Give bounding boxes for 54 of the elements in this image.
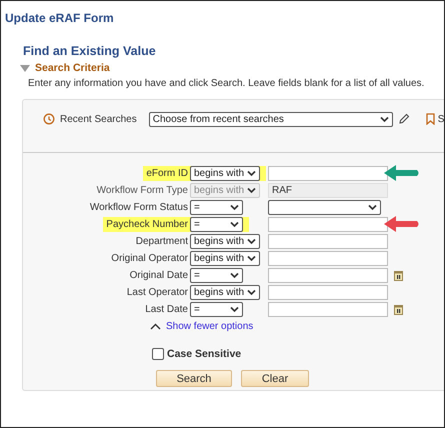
chevron-icon: [247, 255, 256, 262]
calendar-icon: [394, 304, 404, 314]
instructions-text: Enter any information you have and click Search. Leave fields blank for a list of all values.: [28, 78, 426, 89]
text-input[interactable]: [268, 234, 388, 249]
section-title[interactable]: Search Criteria: [35, 62, 110, 74]
calendar-icon: [394, 270, 404, 280]
chevron-icon: [230, 306, 239, 313]
chevron-icon: [230, 204, 239, 211]
field-label: Original Date: [128, 269, 189, 283]
page-title: Update eRAF Form: [5, 11, 115, 25]
bookmark-icon: [426, 113, 435, 125]
page-heading: Find an Existing Value: [23, 44, 157, 58]
chevron-icon: [230, 221, 239, 228]
case-sensitive-label: Case Sensitive: [167, 348, 242, 360]
save-search-link[interactable]: S: [438, 114, 444, 124]
field-label: Last Date: [144, 303, 189, 317]
show-fewer-options-link[interactable]: Show fewer options: [166, 321, 254, 332]
chevron-icon: [230, 272, 239, 279]
operator-dropdown[interactable]: =: [190, 268, 243, 283]
operator-dropdown[interactable]: =: [190, 217, 243, 232]
chevron-icon: [247, 170, 256, 177]
chevron-icon: [380, 116, 389, 122]
history-icon: [43, 113, 55, 125]
caret-up-icon: [150, 323, 161, 330]
text-input[interactable]: [268, 285, 388, 300]
chevron-icon: [247, 187, 256, 194]
operator-dropdown[interactable]: begins with: [190, 166, 260, 181]
pencil-icon: [398, 113, 410, 125]
date-input[interactable]: [268, 302, 388, 317]
operator-dropdown[interactable]: begins with: [190, 285, 260, 300]
field-label: Department: [134, 235, 189, 249]
case-sensitive-checkbox[interactable]: [152, 348, 164, 360]
chevron-icon: [247, 289, 256, 296]
operator-dropdown[interactable]: =: [190, 200, 243, 215]
chevron-icon: [368, 204, 378, 211]
operator-dropdown[interactable]: =: [190, 302, 243, 317]
text-input[interactable]: [268, 166, 388, 181]
field-label: Original Operator: [110, 252, 189, 266]
chevron-icon: [247, 238, 256, 245]
operator-dropdown[interactable]: begins with: [190, 234, 260, 249]
recent-searches-label: Recent Searches: [60, 114, 137, 124]
recent-searches-dropdown[interactable]: Choose from recent searches: [148, 112, 393, 126]
search-button[interactable]: Search: [156, 370, 232, 387]
text-input[interactable]: [268, 217, 388, 232]
field-label: Workflow Form Type: [96, 184, 189, 198]
field-label: Paycheck Number: [103, 217, 190, 232]
field-label: Workflow Form Status: [88, 201, 189, 215]
date-input[interactable]: [268, 268, 388, 283]
clear-button[interactable]: Clear: [241, 370, 309, 387]
value-dropdown[interactable]: [268, 200, 382, 215]
field-label: Last Operator: [126, 286, 189, 300]
text-input[interactable]: [268, 251, 388, 266]
operator-dropdown[interactable]: begins with: [190, 251, 260, 266]
field-label: eForm ID: [143, 166, 190, 181]
